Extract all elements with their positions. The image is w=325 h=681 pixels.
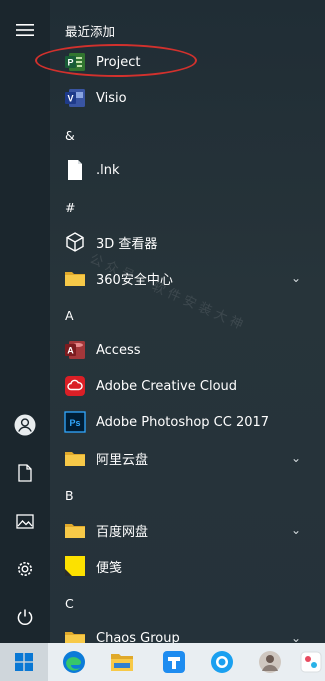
app-label: 百度网盘 (96, 524, 149, 540)
creative-cloud-icon (65, 376, 85, 396)
app-item-lnk[interactable]: .lnk (50, 153, 325, 187)
app-item-visio[interactable]: V Visio (50, 81, 325, 115)
windows-start-icon (15, 653, 33, 671)
taskbar-app[interactable] (296, 643, 325, 681)
app-item-sticky-notes[interactable]: 便笺 (50, 549, 325, 583)
app-label: Adobe Photoshop CC 2017 (96, 414, 270, 430)
folder-icon (65, 452, 85, 466)
group-header-hash[interactable]: # (65, 200, 75, 215)
chevron-down-icon: ⌄ (290, 631, 301, 643)
file-icon (68, 160, 82, 180)
taskbar (0, 643, 325, 681)
app-label: 阿里云盘 (96, 452, 149, 468)
chevron-down-icon: ⌄ (290, 523, 301, 537)
group-header-c[interactable]: C (65, 596, 74, 611)
power-icon (17, 609, 33, 626)
menu-button[interactable] (0, 8, 50, 52)
documents-icon (18, 464, 32, 482)
app-folder-baidu[interactable]: 百度网盘 ⌄ (50, 513, 325, 547)
chevron-down-icon: ⌄ (290, 271, 301, 285)
app-item-photoshop[interactable]: Ps Adobe Photoshop CC 2017 (50, 405, 325, 439)
folder-icon (65, 272, 85, 286)
folder-icon (65, 524, 85, 538)
menu-icon (16, 24, 34, 36)
app-icon (300, 651, 321, 673)
folder-icon (65, 632, 85, 643)
app-item-creative-cloud[interactable]: Adobe Creative Cloud (50, 369, 325, 403)
app-label: Adobe Creative Cloud (96, 378, 238, 394)
app-item-access[interactable]: A Access (50, 333, 325, 367)
app-label: Visio (96, 90, 127, 106)
qq-browser-icon (211, 651, 233, 673)
app-list: 最近添加 P Project V Visio & .lnk # 3D 查看器 3… (50, 0, 325, 643)
cube-3d-icon (66, 232, 84, 252)
svg-text:V: V (67, 94, 73, 104)
app-label: Access (96, 342, 141, 358)
app-label: .lnk (96, 162, 120, 178)
photoshop-icon: Ps (64, 411, 86, 433)
taskbar-avatar-app[interactable] (246, 643, 294, 681)
sticky-notes-icon (65, 556, 85, 576)
group-header-b[interactable]: B (65, 488, 74, 503)
app-label: Chaos Group (96, 630, 180, 644)
pictures-button[interactable] (0, 499, 50, 543)
app-label: 便笺 (96, 560, 123, 576)
tencent-docs-icon (163, 651, 185, 673)
settings-button[interactable] (0, 547, 50, 591)
svg-text:Ps: Ps (69, 418, 80, 428)
user-account-button[interactable] (0, 403, 50, 447)
taskbar-qq-browser[interactable] (198, 643, 246, 681)
recently-added-header: 最近添加 (65, 24, 116, 39)
file-explorer-icon (111, 654, 133, 671)
edge-icon (63, 651, 85, 673)
group-header-ampersand[interactable]: & (65, 128, 75, 143)
power-button[interactable] (0, 595, 50, 639)
taskbar-file-explorer[interactable] (98, 643, 146, 681)
access-icon: A (65, 341, 85, 359)
start-menu-rail (0, 0, 50, 643)
taskbar-tencent-docs[interactable] (150, 643, 198, 681)
documents-button[interactable] (0, 451, 50, 495)
app-folder-aliyun[interactable]: 阿里云盘 ⌄ (50, 441, 325, 475)
group-header-a[interactable]: A (65, 308, 74, 323)
svg-text:A: A (67, 346, 74, 356)
settings-icon (18, 562, 32, 576)
chevron-down-icon: ⌄ (290, 451, 301, 465)
pictures-icon (16, 513, 34, 529)
user-icon (14, 414, 36, 436)
app-folder-chaos-group[interactable]: Chaos Group ⌄ (50, 621, 325, 643)
app-label: 3D 查看器 (96, 236, 158, 252)
taskbar-edge[interactable] (50, 643, 98, 681)
annotation-ellipse (35, 44, 197, 77)
user-avatar-icon (259, 651, 281, 673)
visio-icon: V (65, 89, 85, 107)
start-button[interactable] (0, 643, 48, 681)
